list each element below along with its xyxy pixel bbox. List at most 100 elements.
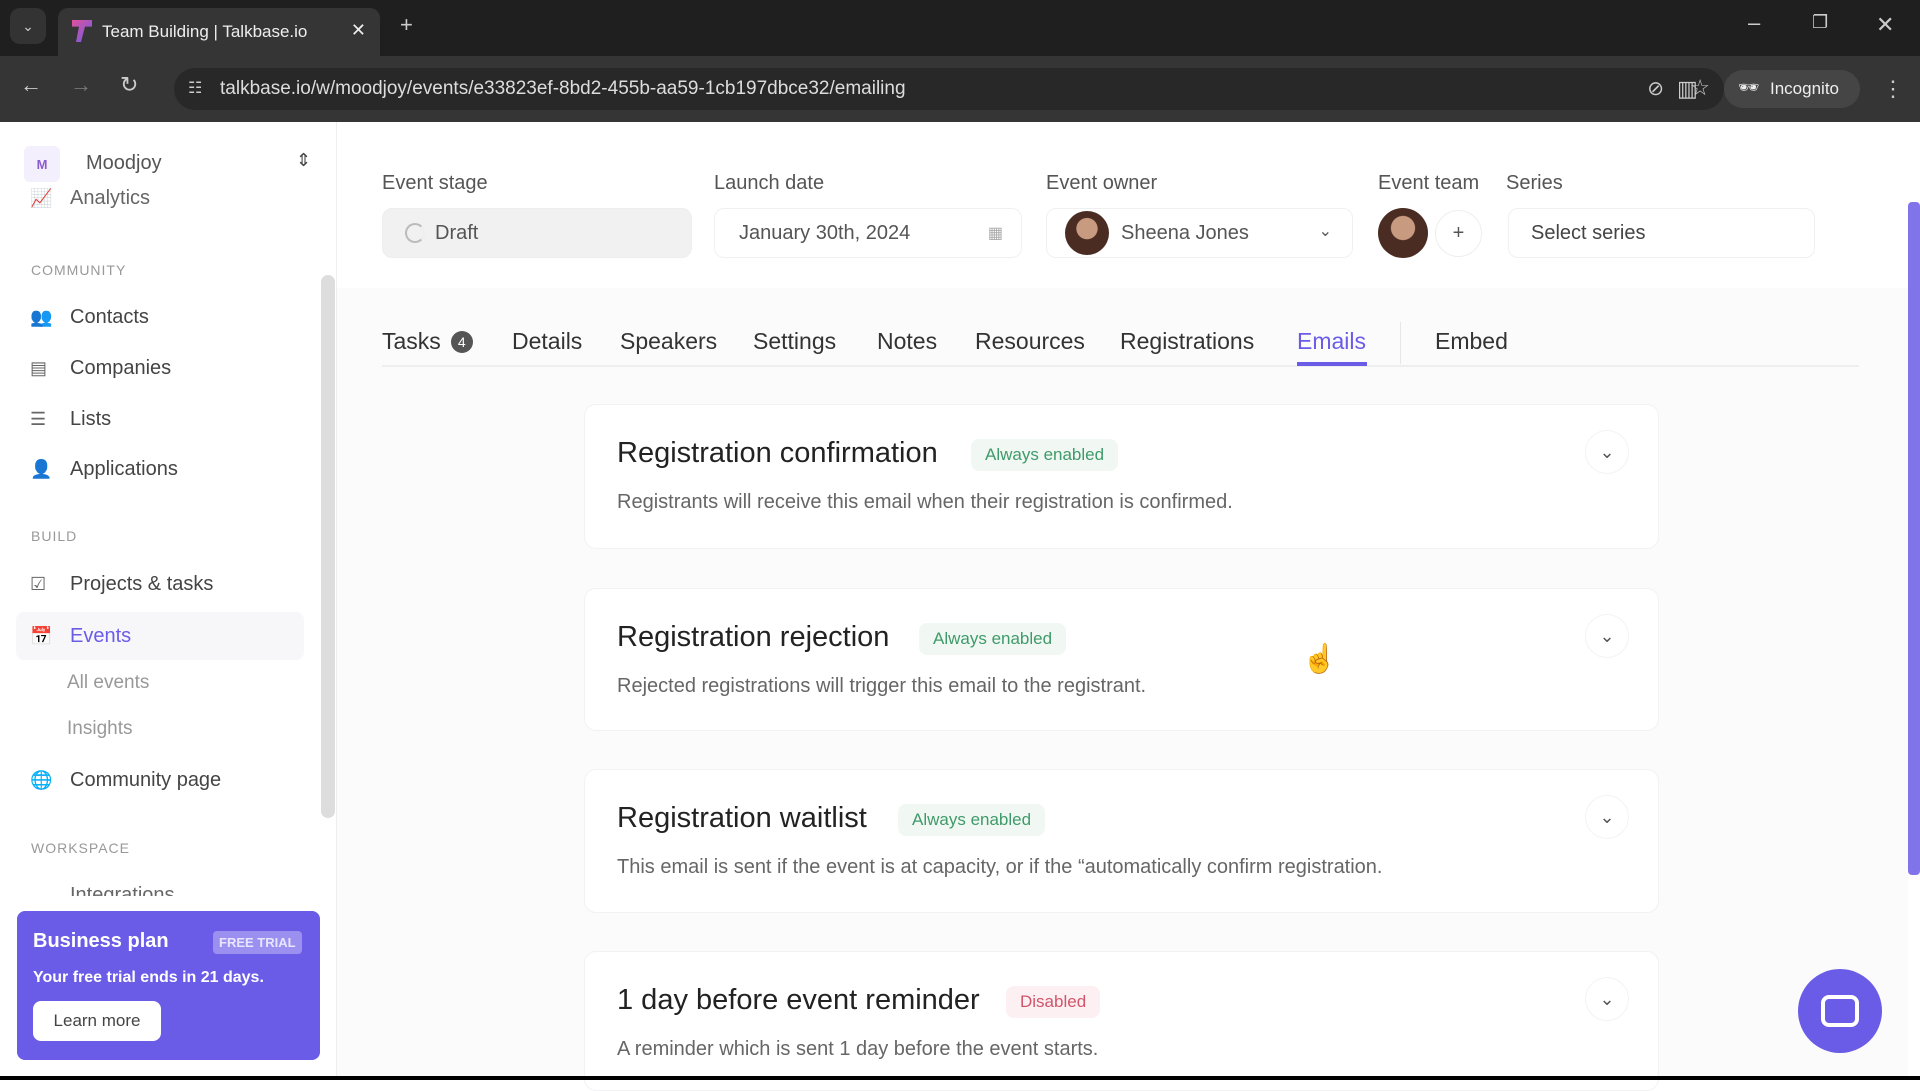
tab-details[interactable]: Details <box>512 328 582 355</box>
url-field[interactable]: ☷ talkbase.io/w/moodjoy/events/e33823ef-… <box>174 68 1724 110</box>
chevron-down-icon: ⌄ <box>1318 223 1332 240</box>
nav-all-events[interactable]: All events <box>67 672 149 694</box>
eye-off-icon[interactable]: ⊘ <box>1647 76 1664 101</box>
trial-text: Your free trial ends in 21 days. <box>33 969 264 986</box>
free-trial-badge: FREE TRIAL <box>213 931 302 954</box>
tab-search-button[interactable]: ⌄ <box>10 8 46 44</box>
close-window-icon[interactable]: ✕ <box>1876 12 1894 38</box>
tab-title: Team Building | Talkbase.io <box>102 22 308 41</box>
email-card-rejection[interactable]: Registration rejection Always enabled Re… <box>584 588 1659 731</box>
tab-embed[interactable]: Embed <box>1435 328 1508 355</box>
launch-date-label: Launch date <box>714 172 825 194</box>
team-member-avatar[interactable] <box>1378 208 1428 258</box>
new-tab-icon[interactable]: + <box>400 12 413 38</box>
talkbase-logo-icon <box>72 20 92 42</box>
chevron-down-icon: ⌄ <box>1599 988 1615 1009</box>
restore-icon[interactable]: ❐ <box>1812 12 1828 33</box>
draft-status-icon <box>405 223 425 243</box>
tab-emails[interactable]: Emails <box>1297 328 1366 355</box>
series-select[interactable]: Select series <box>1508 208 1815 258</box>
email-card-reminder[interactable]: 1 day before event reminder Disabled A r… <box>584 951 1659 1091</box>
browser-tab-strip: ⌄ Team Building | Talkbase.io ✕ + – ❐ ✕ <box>0 0 1920 56</box>
email-title: Registration confirmation <box>617 437 938 469</box>
event-owner-label: Event owner <box>1046 172 1158 194</box>
list-icon: ☰ <box>30 408 47 429</box>
expand-button[interactable]: ⌄ <box>1585 795 1629 839</box>
launch-date-value: January 30th, 2024 <box>739 221 911 244</box>
nav-applications[interactable]: 👤 Applications <box>30 449 178 489</box>
add-team-member-button[interactable]: + <box>1435 210 1482 257</box>
tab-speakers[interactable]: Speakers <box>620 328 717 355</box>
status-badge: Always enabled <box>919 623 1067 655</box>
tab-settings[interactable]: Settings <box>753 328 836 355</box>
main-scrollbar[interactable] <box>1908 202 1920 875</box>
reload-icon[interactable]: ↻ <box>120 72 138 98</box>
nav-contacts[interactable]: 👥 Contacts <box>30 297 149 337</box>
event-owner-select[interactable]: Sheena Jones ⌄ <box>1046 208 1353 258</box>
nav-label: Events <box>70 624 132 647</box>
sidebar: M Moodjoy ⇕ 📈 Analytics COMMUNITY 👥 Contac… <box>0 122 337 1076</box>
email-title: 1 day before event reminder <box>617 984 980 1016</box>
minimize-icon[interactable]: – <box>1748 10 1760 36</box>
status-badge: Always enabled <box>971 439 1119 471</box>
sidebar-scrollbar[interactable] <box>321 275 335 818</box>
expand-button[interactable]: ⌄ <box>1585 430 1629 474</box>
close-tab-icon[interactable]: ✕ <box>351 20 366 41</box>
stage-value: Draft <box>435 221 479 244</box>
email-description: A reminder which is sent 1 day before th… <box>617 1038 1099 1060</box>
nav-insights[interactable]: Insights <box>67 718 132 740</box>
tasks-count-badge: 4 <box>450 330 473 353</box>
launch-date-input[interactable]: January 30th, 2024 ▦ <box>714 208 1022 258</box>
nav-projects[interactable]: ☑ Projects & tasks <box>30 564 213 604</box>
email-description: Registrants will receive this email when… <box>617 491 1233 513</box>
nav-label: Integrations <box>70 884 175 896</box>
owner-avatar <box>1065 211 1109 255</box>
side-panel-icon[interactable]: ▥ <box>1677 76 1698 102</box>
chevron-down-icon: ⌄ <box>1599 625 1615 646</box>
forward-icon[interactable]: → <box>70 72 92 98</box>
workspace-avatar: M <box>24 146 60 182</box>
business-plan-card: Business plan FREE TRIAL Your free trial… <box>17 911 320 1060</box>
email-card-confirmation[interactable]: Registration confirmation Always enabled… <box>584 404 1659 549</box>
chat-widget-button[interactable] <box>1798 969 1882 1053</box>
learn-more-button[interactable]: Learn more <box>33 1001 161 1041</box>
back-icon[interactable]: ← <box>20 72 42 98</box>
event-team-label: Event team <box>1378 172 1480 194</box>
workspace-name[interactable]: Moodjoy <box>86 152 162 175</box>
mouse-cursor-icon: ☝ <box>1302 643 1337 674</box>
workspace-switch-icon[interactable]: ⇕ <box>296 150 311 171</box>
menu-icon[interactable]: ⋮ <box>1882 76 1904 102</box>
nav-label: Community page <box>70 768 222 791</box>
nav-label: Applications <box>70 457 178 480</box>
calendar-icon: 📅 <box>30 625 53 646</box>
nav-label: Analytics <box>70 186 151 209</box>
checkbox-icon: ☑ <box>30 573 47 594</box>
tabs-divider <box>382 365 1859 367</box>
tab-tasks[interactable]: Tasks 4 <box>382 328 473 355</box>
expand-button[interactable]: ⌄ <box>1585 977 1629 1021</box>
email-title: Registration waitlist <box>617 802 867 834</box>
tab-resources[interactable]: Resources <box>975 328 1085 355</box>
tab-registrations[interactable]: Registrations <box>1120 328 1254 355</box>
chat-icon <box>1821 995 1859 1027</box>
nav-community-page[interactable]: 🌐 Community page <box>30 760 221 800</box>
event-stage-select[interactable]: Draft <box>382 208 692 258</box>
user-plus-icon: 👤 <box>30 458 53 479</box>
section-build: BUILD <box>31 528 78 544</box>
nav-companies[interactable]: ▤ Companies <box>30 348 171 388</box>
nav-analytics[interactable]: 📈 Analytics <box>30 184 150 212</box>
expand-button[interactable]: ⌄ <box>1585 614 1629 658</box>
email-title: Registration rejection <box>617 621 890 653</box>
nav-events[interactable]: 📅 Events <box>30 616 131 656</box>
nav-lists[interactable]: ☰ Lists <box>30 399 111 439</box>
incognito-indicator[interactable]: 🕶 Incognito <box>1724 70 1860 108</box>
tab-notes[interactable]: Notes <box>877 328 937 355</box>
nav-label: Contacts <box>70 305 149 328</box>
email-description: This email is sent if the event is at ca… <box>617 856 1383 878</box>
browser-tab[interactable]: Team Building | Talkbase.io ✕ <box>58 8 380 56</box>
status-badge: Always enabled <box>898 804 1046 836</box>
series-label: Series <box>1506 172 1563 194</box>
email-card-waitlist[interactable]: Registration waitlist Always enabled Thi… <box>584 769 1659 913</box>
site-info-icon[interactable]: ☷ <box>188 78 202 98</box>
nav-integrations[interactable]: Integrations <box>0 882 320 896</box>
